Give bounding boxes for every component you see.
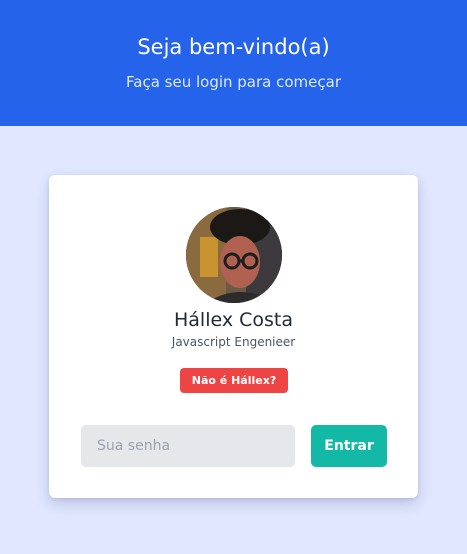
welcome-header: Seja bem-vindo(a) Faça seu login para co… [0, 0, 467, 126]
login-submit-button[interactable]: Entrar [311, 425, 387, 467]
password-input[interactable] [81, 425, 295, 467]
user-role: Javascript Engenieer [171, 335, 296, 349]
login-card: Hállex Costa Javascript Engenieer Não é … [49, 175, 418, 498]
user-name: Hállex Costa [173, 309, 293, 331]
page-title: Seja bem-vindo(a) [137, 35, 330, 59]
page-subtitle: Faça seu login para começar [126, 73, 341, 91]
user-photo-icon [186, 207, 282, 303]
not-user-button[interactable]: Não é Hállex? [180, 368, 288, 393]
avatar [186, 207, 282, 303]
